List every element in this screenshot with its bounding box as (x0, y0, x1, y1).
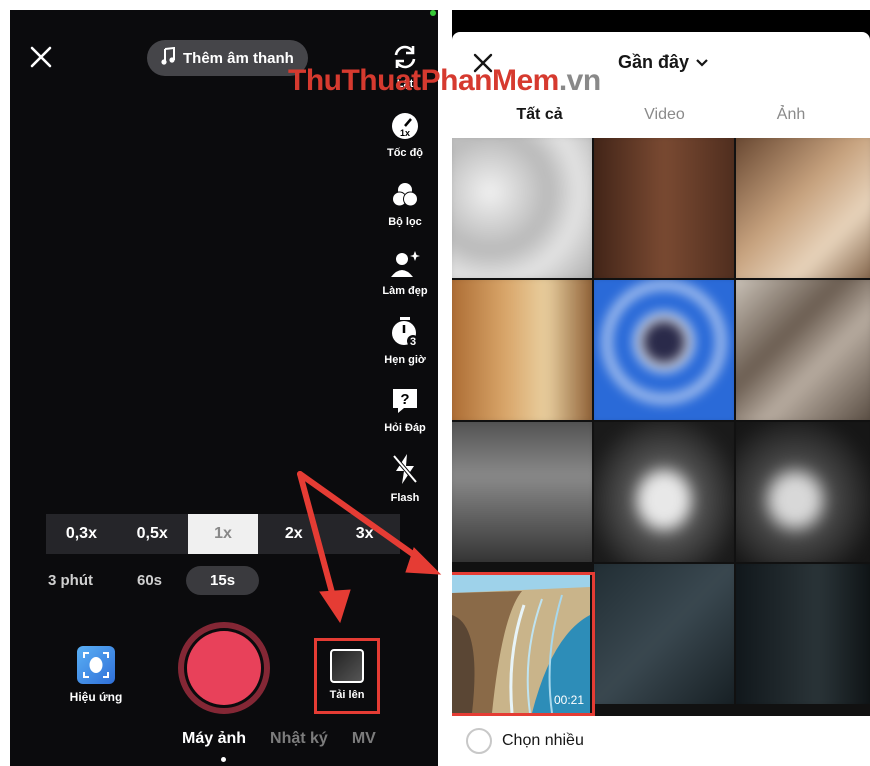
status-indicator (430, 10, 436, 16)
speed-badge: 1x (400, 128, 410, 138)
speed-button[interactable]: 1x Tốc độ (375, 111, 435, 159)
nav-item-diary[interactable]: Nhật ký (270, 730, 328, 748)
camera-mode-nav: Máy ảnh Nhật ký MV (182, 730, 376, 748)
album-selector[interactable]: Gần đây (618, 52, 709, 73)
flash-off-icon (390, 452, 420, 492)
effects-button[interactable]: Hiệu ứng (62, 646, 130, 704)
timer-label: Hẹn giờ (384, 354, 426, 366)
zoom-option[interactable]: 0,5x (117, 514, 188, 554)
media-thumbnail[interactable] (452, 280, 592, 420)
media-thumbnail[interactable] (452, 138, 592, 278)
media-tabs: Tất cả Video Ảnh (452, 106, 870, 134)
zoom-option[interactable]: 2x (258, 514, 329, 554)
duration-option[interactable]: 60s (123, 566, 176, 595)
media-thumbnail[interactable] (736, 422, 870, 562)
qa-button[interactable]: ? Hỏi Đáp (375, 386, 435, 434)
media-thumbnail[interactable] (736, 280, 870, 420)
record-button-core (187, 631, 261, 705)
filters-label: Bộ lọc (388, 216, 422, 228)
qa-label: Hỏi Đáp (384, 422, 426, 434)
speed-label: Tốc độ (386, 147, 424, 159)
flash-button[interactable]: Flash (375, 452, 435, 504)
nav-item-mv[interactable]: MV (352, 730, 376, 748)
beautify-label: Làm đẹp (382, 285, 428, 297)
watermark-part-b: PhanMem (420, 64, 560, 97)
timer-icon: 3 (390, 316, 420, 354)
zoom-option-selected[interactable]: 1x (187, 514, 259, 554)
media-thumbnail[interactable] (594, 564, 734, 704)
media-thumbnail[interactable] (594, 422, 734, 562)
upload-thumbnail-icon (330, 649, 364, 683)
upload-button[interactable]: Tải lên (314, 638, 380, 714)
media-thumbnail[interactable] (594, 138, 734, 278)
album-title: Gần đây (618, 52, 690, 72)
qa-icon: ? (390, 386, 420, 422)
tab-video[interactable]: Video (617, 106, 712, 134)
close-icon[interactable] (28, 44, 54, 70)
watermark-logo: ThuThuatPhanMem.vn (288, 64, 601, 98)
gallery-screen: Gần đây Tất cả Video Ảnh 00:21 Chọn nhiề… (452, 10, 870, 766)
media-thumbnail[interactable] (594, 280, 734, 420)
upload-label: Tải lên (329, 689, 365, 701)
selection-highlight (452, 572, 595, 716)
multi-select-toggle[interactable]: Chọn nhiều (466, 728, 584, 754)
duration-option[interactable]: 3 phút (34, 566, 107, 595)
duration-option-selected[interactable]: 15s (186, 566, 260, 595)
watermark-part-a: ThuThuat (288, 64, 421, 97)
chevron-down-icon (695, 52, 709, 73)
music-note-icon (161, 46, 175, 69)
add-sound-label: Thêm âm thanh (183, 49, 294, 67)
gallery-sheet: Gần đây Tất cả Video Ảnh 00:21 Chọn nhiề… (452, 32, 870, 766)
add-sound-button[interactable]: Thêm âm thanh (147, 40, 308, 76)
effects-label: Hiệu ứng (69, 690, 123, 704)
checkbox-circle-icon (466, 728, 492, 754)
effects-icon (77, 646, 115, 684)
tab-all[interactable]: Tất cả (452, 106, 617, 134)
tab-photo[interactable]: Ảnh (712, 106, 870, 134)
multi-select-label: Chọn nhiều (502, 732, 584, 749)
qa-badge: ? (400, 391, 409, 408)
zoom-selector: 0,3x 0,5x 1x 2x 3x (46, 514, 400, 554)
filters-button[interactable]: Bộ lọc (375, 180, 435, 228)
record-button[interactable] (178, 622, 270, 714)
zoom-option[interactable]: 0,3x (46, 514, 117, 554)
filters-icon (390, 180, 420, 216)
camera-screen: Thêm âm thanh Lật 1x Tốc độ Bộ lọc Làm đ… (10, 10, 438, 766)
nav-item-camera[interactable]: Máy ảnh (182, 730, 246, 748)
beautify-icon (389, 249, 421, 285)
zoom-option[interactable]: 3x (329, 514, 400, 554)
screenshot-root: Thêm âm thanh Lật 1x Tốc độ Bộ lọc Làm đ… (0, 0, 870, 766)
beautify-button[interactable]: Làm đẹp (375, 249, 435, 297)
watermark-part-c: .vn (558, 64, 601, 97)
timer-button[interactable]: 3 Hẹn giờ (375, 316, 435, 366)
speed-icon: 1x (390, 111, 420, 147)
duration-selector: 3 phút 60s 15s (34, 566, 260, 595)
flash-label: Flash (390, 492, 420, 504)
media-thumbnail[interactable] (736, 138, 870, 278)
nav-active-dot (221, 757, 226, 762)
media-thumbnail[interactable] (452, 422, 592, 562)
media-thumbnail[interactable] (736, 564, 870, 704)
timer-badge: 3 (410, 336, 416, 348)
